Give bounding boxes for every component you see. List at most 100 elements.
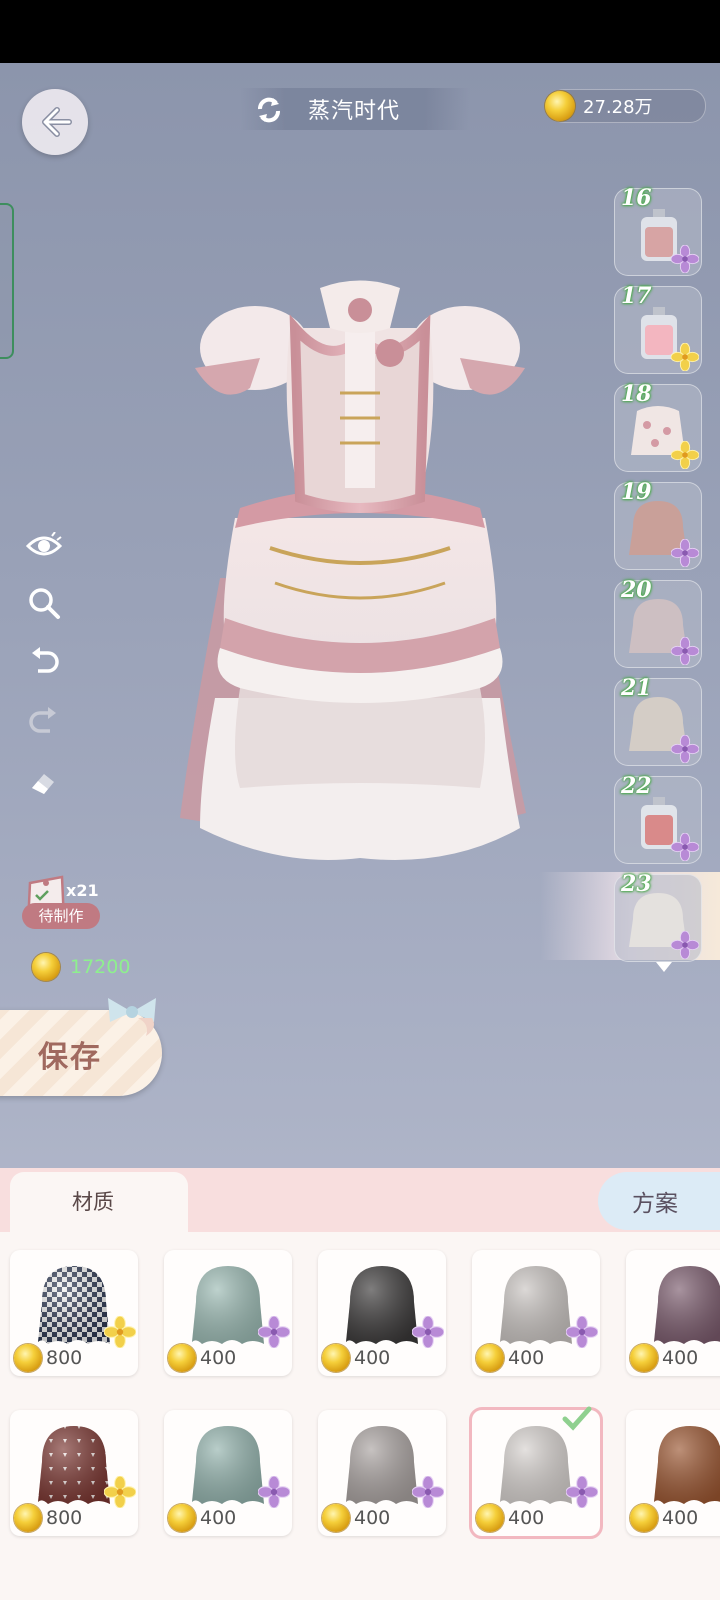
piece-slot[interactable]: 16 [614, 185, 702, 276]
piece-slot[interactable]: 17 [614, 283, 702, 374]
material-price-value: 400 [354, 1347, 391, 1369]
redo-button[interactable] [26, 703, 62, 739]
material-item[interactable]: 400 [318, 1250, 446, 1376]
material-price: 400 [164, 1344, 236, 1372]
slot-number: 19 [621, 479, 652, 505]
side-drawer-handle[interactable] [0, 203, 14, 359]
coin-icon [322, 1504, 350, 1532]
yellow-flower-icon [104, 1476, 136, 1508]
material-price-value: 400 [508, 1507, 545, 1529]
slot-number: 18 [621, 381, 652, 407]
craft-cost: 17200 [22, 953, 130, 981]
purple-flower-icon [566, 1476, 598, 1508]
undo-button[interactable] [26, 643, 62, 679]
tab-material-label: 材质 [72, 1190, 114, 1214]
purple-flower-icon [671, 931, 699, 959]
eye-icon [26, 532, 62, 556]
slot-number: 16 [621, 185, 652, 211]
material-panel: 材质 方案 800 400 400 400 400 800 400 400 40… [0, 1168, 720, 1600]
purple-flower-icon [671, 539, 699, 567]
material-item[interactable]: 400 [626, 1410, 720, 1536]
material-price-value: 800 [46, 1347, 83, 1369]
purple-flower-icon [671, 833, 699, 861]
scroll-down-icon[interactable] [655, 961, 673, 973]
zoom-button[interactable] [26, 585, 62, 621]
coin-icon [630, 1504, 658, 1532]
piece-slot[interactable]: 18 [614, 381, 702, 472]
undo-icon [32, 647, 59, 673]
material-price-value: 800 [46, 1507, 83, 1529]
check-icon [562, 1406, 592, 1431]
coin-icon [476, 1344, 504, 1372]
coin-icon [32, 953, 60, 981]
pending-count: x21 [66, 881, 99, 900]
piece-slot[interactable]: 23 [614, 871, 702, 962]
material-price-value: 400 [200, 1507, 237, 1529]
bow-icon [108, 998, 156, 1036]
fabric-swatch [654, 1266, 720, 1344]
purple-flower-icon [412, 1316, 444, 1348]
material-item[interactable]: 400 [472, 1250, 600, 1376]
save-label: 保存 [38, 1040, 102, 1075]
tab-plan-label: 方案 [632, 1191, 678, 1217]
material-item[interactable]: 800 [10, 1250, 138, 1376]
coin-icon [168, 1504, 196, 1532]
outfit-title: 蒸汽时代 [308, 99, 401, 124]
piece-slot[interactable]: 21 [614, 675, 702, 766]
material-price-value: 400 [200, 1347, 237, 1369]
yellow-flower-icon [671, 343, 699, 371]
switch-icon[interactable] [254, 95, 284, 125]
material-item[interactable]: 400 [469, 1406, 603, 1539]
material-price: 800 [10, 1344, 82, 1372]
slot-number: 21 [621, 675, 652, 701]
eraser-button[interactable] [26, 765, 62, 801]
coin-balance-value: 27.28万 [583, 97, 653, 118]
purple-flower-icon [671, 637, 699, 665]
zoom-icon [29, 588, 60, 619]
material-price: 400 [318, 1504, 390, 1532]
piece-slot[interactable]: 20 [614, 577, 702, 668]
back-button[interactable] [22, 89, 88, 155]
yellow-flower-icon [104, 1316, 136, 1348]
tab-plan[interactable]: 方案 [598, 1172, 720, 1230]
coin-icon [14, 1504, 42, 1532]
material-item[interactable]: 400 [626, 1250, 720, 1376]
purple-flower-icon [258, 1476, 290, 1508]
material-price: 400 [626, 1344, 698, 1372]
material-price: 400 [164, 1504, 236, 1532]
dress-preview [180, 280, 526, 860]
material-item[interactable]: 400 [164, 1250, 292, 1376]
material-price-value: 400 [662, 1347, 699, 1369]
tab-material[interactable]: 材质 [10, 1172, 188, 1232]
material-item[interactable]: 400 [318, 1410, 446, 1536]
visibility-toggle[interactable] [26, 528, 62, 564]
material-price-value: 400 [354, 1507, 391, 1529]
purple-flower-icon [258, 1316, 290, 1348]
craft-cost-value: 17200 [70, 956, 131, 978]
material-price: 800 [10, 1504, 82, 1532]
purple-flower-icon [671, 735, 699, 763]
coin-icon [630, 1344, 658, 1372]
coin-icon [476, 1504, 504, 1532]
save-button[interactable]: 保存 [0, 998, 162, 1096]
material-price: 400 [626, 1504, 698, 1532]
purple-flower-icon [671, 245, 699, 273]
material-item[interactable]: 800 [10, 1410, 138, 1536]
material-price: 400 [318, 1344, 390, 1372]
back-arrow-icon [42, 107, 72, 137]
slot-number: 17 [621, 283, 652, 309]
material-item[interactable]: 400 [164, 1410, 292, 1536]
yellow-flower-icon [671, 441, 699, 469]
coin-icon [168, 1344, 196, 1372]
piece-slot[interactable]: 19 [614, 479, 702, 570]
slot-number: 22 [621, 773, 652, 799]
material-price-value: 400 [508, 1347, 545, 1369]
material-price: 400 [472, 1504, 544, 1532]
coin-balance: 27.28万 [545, 89, 706, 123]
pending-label[interactable]: 待制作 [22, 903, 100, 929]
outfit-title-bar[interactable]: 蒸汽时代 [240, 88, 470, 130]
coin-icon [545, 91, 575, 121]
piece-slot[interactable]: 22 [614, 773, 702, 864]
purple-flower-icon [566, 1316, 598, 1348]
material-price-value: 400 [662, 1507, 699, 1529]
